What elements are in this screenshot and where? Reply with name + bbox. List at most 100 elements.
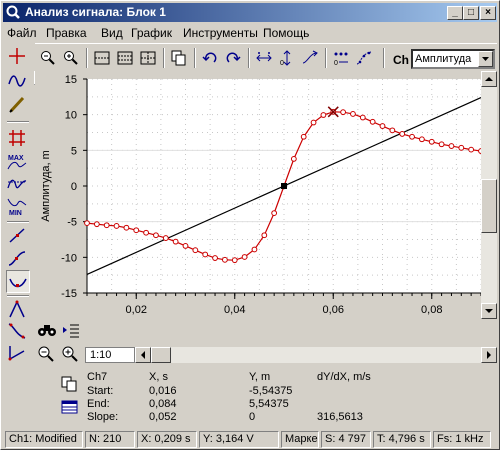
cursor-tool-button[interactable] <box>6 45 30 68</box>
close-button[interactable]: × <box>480 6 496 20</box>
autoscale-button[interactable] <box>299 47 322 69</box>
zoom-out-small-button[interactable] <box>37 345 59 365</box>
arrow-up-icon <box>485 77 493 81</box>
toolbar-separator <box>163 48 165 68</box>
curve-icon <box>356 51 372 65</box>
measure-slope-x: 0,052 <box>149 411 177 423</box>
min-tool-button[interactable]: MIN <box>6 196 30 219</box>
data-point <box>419 136 425 143</box>
arrow-right-icon <box>487 351 491 359</box>
points-button[interactable]: 0 <box>330 47 353 69</box>
data-point <box>369 118 376 125</box>
menu-view[interactable]: Вид <box>101 26 123 40</box>
measure-slope-d: 316,5613 <box>317 411 363 423</box>
svg-text:MAX: MAX <box>8 155 24 162</box>
table-view-button[interactable] <box>61 399 81 417</box>
zoom-level[interactable]: 1:10 <box>85 347 135 363</box>
copy-values-button[interactable] <box>61 376 81 394</box>
zoom-in-button[interactable] <box>60 47 83 69</box>
max-tool-button[interactable]: MAX <box>6 151 30 174</box>
scroll-up-button[interactable] <box>481 71 497 87</box>
table-icon <box>61 400 78 414</box>
measure-slope-label: Slope: <box>87 411 119 423</box>
scroll-down-button[interactable] <box>481 303 497 319</box>
data-point <box>300 133 307 140</box>
fit-x-button[interactable] <box>253 47 276 69</box>
data-point <box>320 112 327 118</box>
zero-marker <box>281 183 287 189</box>
fit-x-icon <box>256 52 272 62</box>
status-marker: Марке <box>281 431 319 448</box>
horizontal-scrollbar[interactable] <box>135 347 497 363</box>
data-point <box>84 220 90 226</box>
measure-end-label: End: <box>87 398 110 410</box>
menu-bar: Файл Правка Вид График Инструменты Помощ… <box>3 23 497 42</box>
minimize-button[interactable]: _ <box>447 6 463 20</box>
fit-y-button[interactable]: 0 <box>276 47 299 69</box>
maximize-button[interactable]: □ <box>463 6 479 20</box>
menu-graph[interactable]: График <box>131 26 172 40</box>
menu-tools[interactable]: Инструменты <box>183 26 258 40</box>
data-point <box>428 138 435 145</box>
y-tick-label: -10 <box>61 252 77 264</box>
line-tool-button[interactable] <box>6 225 30 248</box>
slope-tool-button[interactable] <box>6 321 30 344</box>
left-toolbar: MAX MIN <box>3 43 33 415</box>
smooth-tool-button[interactable] <box>6 270 30 293</box>
chevron-down-icon[interactable] <box>478 51 493 67</box>
horizontal-scroll-thumb[interactable] <box>151 347 171 363</box>
pencil-tool-button[interactable] <box>6 94 30 117</box>
layout-1-button[interactable] <box>91 47 114 69</box>
app-icon <box>6 5 20 19</box>
smooth-icon <box>9 278 27 288</box>
layout-3-button[interactable] <box>137 47 160 69</box>
curve-fit-button[interactable] <box>6 248 30 271</box>
peaks-tool-button[interactable] <box>6 174 30 197</box>
triangle-tool-button[interactable] <box>6 299 30 322</box>
toolbar-separator <box>7 121 29 123</box>
region-tool-button[interactable] <box>6 127 30 150</box>
redo-button[interactable] <box>222 47 245 69</box>
find-button[interactable] <box>37 321 59 341</box>
measure-end-y: 5,54375 <box>249 398 289 410</box>
curve-button[interactable] <box>353 47 376 69</box>
zoom-in-small-button[interactable] <box>61 345 83 365</box>
binoculars-icon <box>38 325 56 336</box>
channel-select-value: Амплитуда <box>415 53 472 65</box>
main-toolbar: 0 0 Ch Амплитуда <box>35 43 497 71</box>
split-horizontal-icon <box>94 51 110 65</box>
y-tick-label: 0 <box>71 181 77 193</box>
y-tick-label: 15 <box>65 74 77 86</box>
layout-2-button[interactable] <box>114 47 137 69</box>
undo-button[interactable] <box>199 47 222 69</box>
vertical-scroll-thumb[interactable] <box>481 179 497 233</box>
vertical-scrollbar[interactable] <box>481 71 497 319</box>
data-point <box>113 223 120 229</box>
svg-text:MIN: MIN <box>9 210 22 217</box>
data-point <box>310 119 317 126</box>
angle-tool-button[interactable] <box>6 342 30 365</box>
scroll-left-button[interactable] <box>135 347 151 363</box>
measure-col-d: dY/dX, m/s <box>317 371 371 383</box>
status-channel-state: Ch1: Modified <box>5 431 83 448</box>
menu-help[interactable]: Помощь <box>263 26 309 40</box>
channel-select[interactable]: Амплитуда <box>411 49 495 69</box>
region-icon <box>9 130 25 146</box>
wave-tool-button[interactable] <box>6 70 30 93</box>
x-tick-label: 0,02 <box>126 304 147 316</box>
signal-chart[interactable]: 15 10 5 0 -5 -10 -15 Амплитуда, m 0,02 0,04 0,06 0,… <box>35 71 481 319</box>
arrow-down-icon <box>485 309 493 313</box>
copy-button[interactable] <box>168 47 191 69</box>
list-view-button[interactable] <box>61 321 83 341</box>
menu-edit[interactable]: Правка <box>46 26 87 40</box>
menu-file[interactable]: Файл <box>7 26 37 40</box>
copy-icon <box>61 376 77 392</box>
data-point <box>172 238 179 245</box>
redo-icon <box>226 52 241 63</box>
data-point <box>290 155 297 162</box>
arrow-left-icon <box>141 351 145 359</box>
toolbar-separator <box>86 48 88 68</box>
status-fs: Fs: 1 kHz <box>433 431 491 448</box>
scroll-right-button[interactable] <box>481 347 497 363</box>
zoom-out-button[interactable] <box>37 47 60 69</box>
